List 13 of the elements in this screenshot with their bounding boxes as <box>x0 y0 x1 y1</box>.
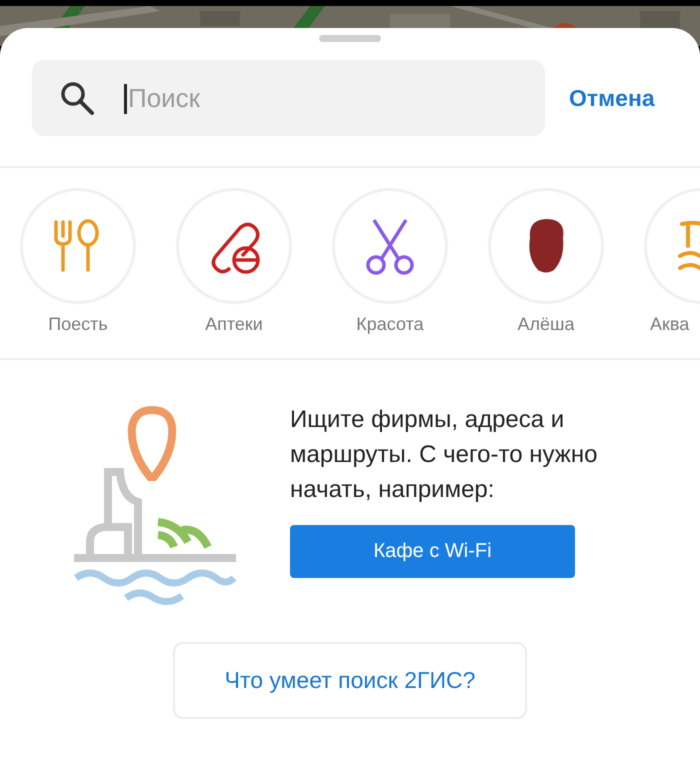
help-button[interactable]: Что умеет поиск 2ГИС? <box>173 642 527 719</box>
text-cursor <box>124 84 126 114</box>
cancel-button[interactable]: Отмена <box>567 80 657 116</box>
search-icon <box>60 81 94 115</box>
promo-text: Ищите фирмы, адреса и маршруты. С чего-то нужно начать, например: <box>290 405 598 505</box>
drag-handle[interactable] <box>319 35 381 42</box>
category-label: Аптеки <box>205 314 263 335</box>
search-field[interactable]: Поиск <box>32 60 545 136</box>
category-label: Алёша <box>518 314 574 335</box>
category-label: Поесть <box>48 314 108 335</box>
category-label: Красота <box>356 314 424 335</box>
category-label: Аква <box>650 314 690 335</box>
suggestion-button[interactable]: Кафе с Wi-Fi <box>290 525 575 578</box>
